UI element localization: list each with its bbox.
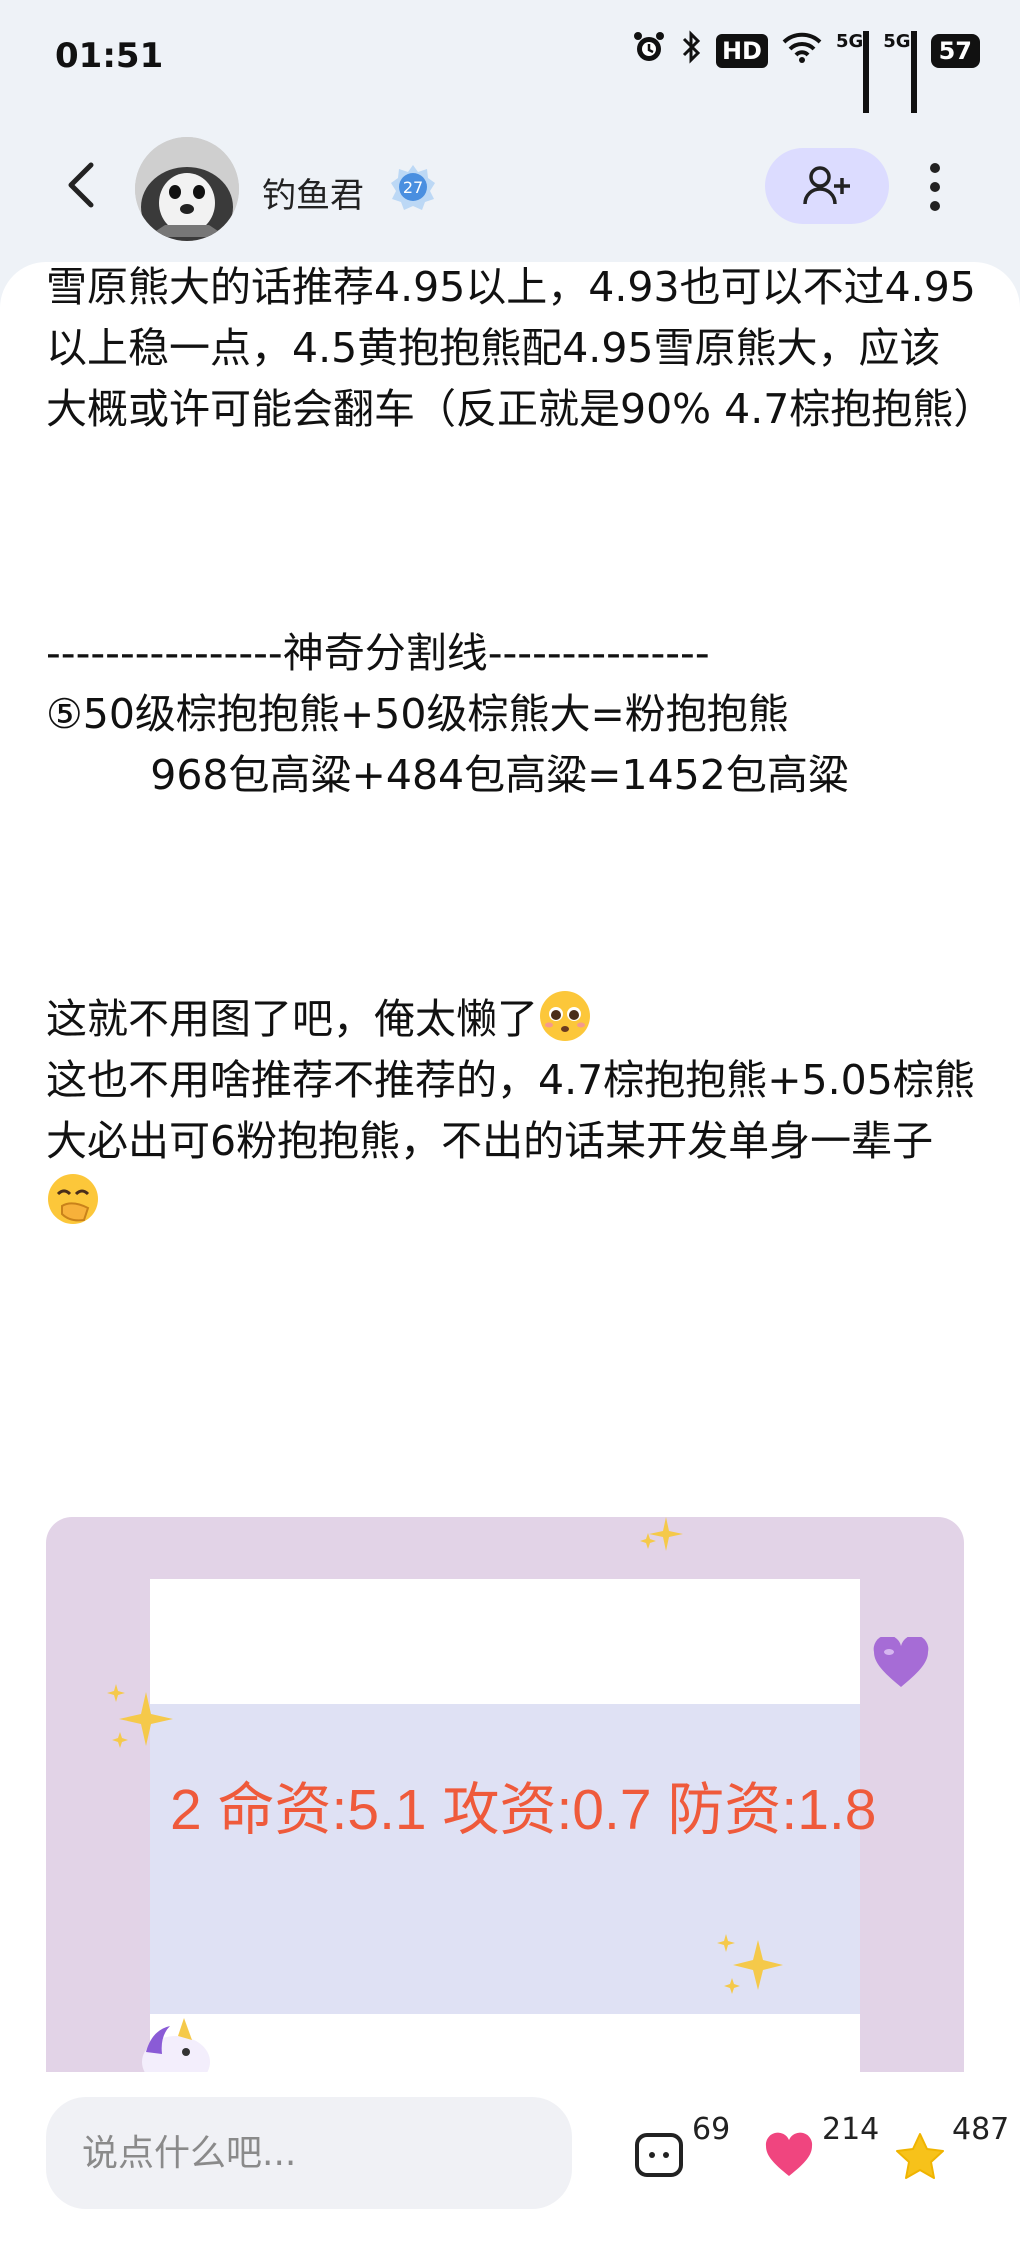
unicorn-icon [142, 2018, 210, 2072]
5g-signal-icon: 5G [836, 31, 870, 113]
status-time: 01:51 [55, 36, 164, 76]
more-dots-icon [930, 163, 940, 173]
favorite-button[interactable]: 487 [894, 2112, 1009, 2202]
star-icon [896, 2133, 944, 2179]
back-button[interactable] [55, 155, 115, 215]
level-number: 27 [403, 178, 423, 197]
bluetooth-icon [680, 30, 702, 72]
hd-voice-icon: HD [715, 34, 768, 68]
paragraph-lazy: 这就不用图了吧，俺太懒了 [46, 989, 976, 1050]
add-user-icon [803, 166, 850, 205]
battery-icon: 57 [930, 34, 980, 68]
bottom-action-bar: 69 214 487 [0, 2072, 1020, 2244]
wifi-icon [782, 31, 822, 71]
paragraph-recommendation: 雪原熊大的话推荐4.95以上，4.93也可以不过4.95以上稳一点，4.5黄抱抱… [46, 263, 995, 433]
hand-over-mouth-icon [46, 1172, 100, 1226]
post-content: 雪原熊大的话推荐4.95以上，4.93也可以不过4.95以上稳一点，4.5黄抱抱… [0, 262, 1020, 2072]
paragraph-guarantee: 这也不用啥推荐不推荐的，4.7棕抱抱熊+5.05棕熊大必出可6粉抱抱熊，不出的话… [46, 1050, 976, 1233]
sparkle-icon [107, 1684, 173, 1748]
article-body: 雪原熊大的话推荐4.95以上，4.93也可以不过4.95以上稳一点，4.5黄抱抱… [46, 262, 995, 1233]
comment-icon [635, 2133, 683, 2177]
alarm-icon [632, 30, 666, 72]
recipe-line: ⑤50级棕抱抱熊+50级棕熊大=粉抱抱熊 [46, 690, 789, 738]
follow-button[interactable] [765, 148, 889, 224]
like-count: 214 [822, 2112, 880, 2147]
sparkle-icon [640, 1517, 683, 1551]
top-nav: 钓鱼君 27 [0, 110, 1020, 260]
like-button[interactable]: 214 [764, 2112, 879, 2202]
purple-heart-icon [873, 1637, 929, 1687]
comment-input[interactable] [46, 2097, 572, 2209]
comment-count: 69 [692, 2112, 731, 2147]
more-options-button[interactable] [915, 152, 955, 222]
5g-signal-icon: 5G [883, 31, 917, 113]
cost-line: 968包高粱+484包高粱=1452包高粱 [46, 751, 849, 799]
embedded-image[interactable]: 2 命资:5.1 攻资:0.7 防资:1.8 [46, 1517, 964, 2072]
author-name[interactable]: 钓鱼君 [262, 168, 364, 217]
divider-line: ----------------神奇分割线--------------- [46, 629, 710, 677]
status-bar: 01:51 HD 5G 5G 57 [0, 0, 1020, 113]
comment-button[interactable]: 69 [634, 2112, 744, 2202]
back-arrow-icon [68, 162, 94, 208]
stats-text: 2 命资:5.1 攻资:0.7 防资:1.8 [170, 1778, 877, 1842]
pleading-face-icon [538, 989, 592, 1043]
level-badge: 27 [390, 164, 436, 210]
avatar[interactable] [135, 137, 239, 241]
sparkle-icon [717, 1934, 783, 1994]
heart-icon [765, 2132, 813, 2176]
status-icons: HD 5G 5G 57 [632, 30, 980, 113]
favorite-count: 487 [952, 2112, 1010, 2147]
